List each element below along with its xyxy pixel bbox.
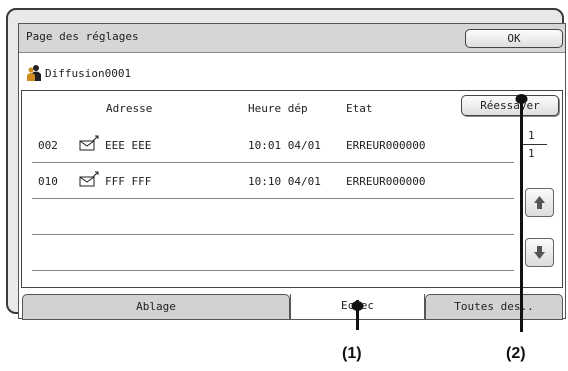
arrow-up-icon [534,196,545,209]
arrow-down-icon [534,246,545,259]
column-header-address: Adresse [106,102,153,115]
callout-label-1: (1) [342,345,362,362]
broadcast-people-icon [27,65,41,81]
destination-list: Adresse Heure dép Etat Réessayer 002 EEE… [21,90,563,288]
retry-button[interactable]: Réessayer [461,95,559,116]
tab-ablage[interactable]: Ablage [22,294,290,320]
email-icon [79,171,99,187]
callout-dot-1 [351,301,364,311]
table-row[interactable] [32,199,514,235]
column-header-status: Etat [346,102,373,115]
row-time: 10:10 04/01 [248,175,321,188]
email-icon [79,135,99,151]
column-header-time: Heure dép [248,102,308,115]
row-address: FFF FFF [105,175,152,188]
row-number: 002 [38,139,58,152]
settings-panel: Page des réglages OK Diffusion0001 Adres… [18,23,566,320]
row-status: ERREUR000000 [346,175,426,188]
tab-toutes-des[interactable]: Toutes des.. [425,294,563,320]
row-status: ERREUR000000 [346,139,426,152]
row-address: EEE EEE [105,139,152,152]
settings-window-frame: Page des réglages OK Diffusion0001 Adres… [6,8,566,320]
table-row[interactable]: 010 FFF FFF 10:10 04/01 ERREUR000000 [32,163,514,199]
job-name: Diffusion0001 [45,67,132,80]
row-time: 10:01 04/01 [248,139,321,152]
callout-dot-2 [515,94,528,104]
callout-label-2: (2) [506,345,526,362]
page-current: 1 [528,129,535,142]
title-bar: Page des réglages OK [19,24,565,53]
page-total: 1 [528,147,535,160]
row-number: 010 [38,175,58,188]
scroll-down-button[interactable] [525,238,554,267]
window-title: Page des réglages [26,30,139,43]
scroll-up-button[interactable] [525,188,554,217]
page-divider [523,144,547,145]
page-indicator: 1 1 [523,127,547,163]
callout-line-2 [520,96,523,332]
ok-button[interactable]: OK [465,29,563,48]
table-row[interactable] [32,235,514,271]
table-row[interactable]: 002 EEE EEE 10:01 04/01 ERREUR000000 [32,127,514,163]
